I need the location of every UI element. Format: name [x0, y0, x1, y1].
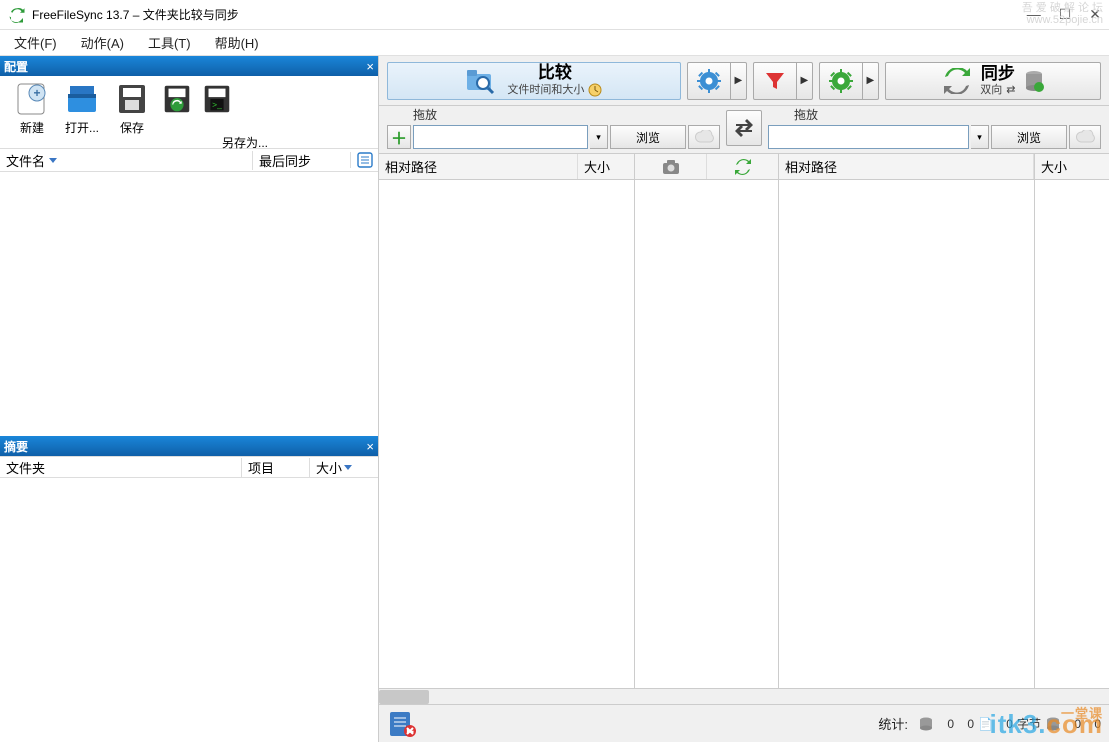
maximize-button[interactable]: ☐: [1059, 6, 1072, 23]
right-grid-body-2[interactable]: [1035, 180, 1109, 688]
right-browse-button[interactable]: 浏览: [991, 125, 1067, 149]
sync-small-icon: [734, 158, 752, 176]
left-cloud-button[interactable]: [688, 125, 720, 149]
window-title: FreeFileSync 13.7 – 文件夹比较与同步: [32, 6, 1027, 23]
menu-help[interactable]: 帮助(H): [207, 31, 267, 54]
col-size[interactable]: 大小: [310, 458, 378, 477]
file-count-icon: 📄: [978, 717, 993, 731]
minimize-button[interactable]: —: [1027, 6, 1041, 23]
summary-panel-header: 摘要 ×: [0, 436, 378, 456]
view-category-button[interactable]: [635, 154, 707, 179]
new-config-button[interactable]: + 新建: [8, 80, 56, 136]
stats-values: 0 0 📄 0 字节 0 0: [918, 715, 1101, 732]
clock-icon: [588, 83, 602, 97]
db-right-icon: [1045, 716, 1061, 732]
config-list[interactable]: [0, 172, 378, 436]
menu-tools[interactable]: 工具(T): [140, 31, 199, 54]
col-right-relpath[interactable]: 相对路径: [779, 154, 1034, 179]
summary-list[interactable]: [0, 478, 378, 742]
scrollbar-thumb[interactable]: [379, 690, 429, 704]
saveas-batch-icon: >_: [197, 80, 237, 118]
saveas-batch-button[interactable]: >_ .: [198, 80, 236, 133]
blue-gear-icon: [697, 69, 721, 93]
app-icon: [8, 6, 26, 24]
database-icon: [1024, 70, 1044, 92]
comparison-grid: 相对路径 大小: [379, 154, 1109, 688]
sync-button[interactable]: 同步 双向 ⇄: [885, 62, 1101, 100]
col-folder[interactable]: 文件夹: [0, 458, 242, 477]
config-panel-close[interactable]: ×: [366, 59, 374, 74]
left-path-input[interactable]: [413, 125, 588, 149]
left-sidebar: 配置 × + 新建 打开... 保存: [0, 56, 378, 742]
col-items[interactable]: 项目: [242, 458, 310, 477]
col-left-size[interactable]: 大小: [578, 154, 634, 179]
add-pair-button[interactable]: ＋: [387, 125, 411, 149]
action-bar: 比较 文件时间和大小 ▶ ▶: [379, 56, 1109, 106]
menu-action[interactable]: 动作(A): [73, 31, 132, 54]
main-area: 比较 文件时间和大小 ▶ ▶: [378, 56, 1109, 742]
saveas-sync-icon: [157, 80, 197, 118]
magnifier-folder-icon: [465, 66, 499, 96]
left-folder-block: 拖放 ＋ ▾ 浏览: [387, 106, 720, 149]
saveas-label: 另存为...: [222, 134, 268, 151]
compare-settings-button[interactable]: [687, 62, 731, 100]
sort-indicator-icon: [49, 158, 57, 163]
summary-header: 文件夹 项目 大小: [0, 456, 378, 478]
left-grid-body[interactable]: [379, 180, 634, 688]
title-bar: FreeFileSync 13.7 – 文件夹比较与同步 — ☐ ✕: [0, 0, 1109, 30]
saveas-sync-button[interactable]: .: [158, 80, 196, 133]
config-list-toggle[interactable]: [350, 152, 378, 168]
config-list-header: 文件名 最后同步: [0, 148, 378, 172]
log-button[interactable]: [387, 709, 419, 739]
svg-text:>_: >_: [212, 100, 222, 110]
right-path-input[interactable]: [768, 125, 969, 149]
sync-arrows-icon: [942, 68, 972, 94]
swap-sides-button[interactable]: [726, 110, 762, 146]
horizontal-scrollbar[interactable]: [379, 688, 1109, 704]
menu-bar: 文件(F) 动作(A) 工具(T) 帮助(H): [0, 30, 1109, 56]
summary-panel-close[interactable]: ×: [366, 439, 374, 454]
right-folder-block: 拖放 ▾ 浏览: [768, 106, 1101, 149]
stats-label: 统计:: [878, 714, 908, 733]
save-icon: [112, 80, 152, 118]
svg-text:+: +: [33, 86, 40, 100]
sort-indicator-icon: [344, 465, 352, 470]
save-config-button[interactable]: 保存: [108, 80, 156, 136]
col-last-sync[interactable]: 最后同步: [252, 151, 350, 170]
green-gear-icon: [829, 69, 853, 93]
compare-settings-dropdown[interactable]: ▶: [731, 62, 747, 100]
camera-icon: [662, 159, 680, 175]
sync-settings-dropdown[interactable]: ▶: [863, 62, 879, 100]
compare-button[interactable]: 比较 文件时间和大小: [387, 62, 681, 100]
left-path-dropdown[interactable]: ▾: [590, 125, 608, 149]
filter-dropdown[interactable]: ▶: [797, 62, 813, 100]
filter-button[interactable]: [753, 62, 797, 100]
new-icon: +: [12, 80, 52, 118]
close-button[interactable]: ✕: [1089, 6, 1101, 23]
folder-pair-row: 拖放 ＋ ▾ 浏览 拖放 ▾ 浏览: [379, 106, 1109, 154]
config-toolbar: + 新建 打开... 保存: [0, 76, 378, 148]
config-panel-header: 配置 ×: [0, 56, 378, 76]
left-browse-button[interactable]: 浏览: [610, 125, 686, 149]
open-config-button[interactable]: 打开...: [58, 80, 106, 136]
two-way-icon: ⇄: [1006, 84, 1015, 96]
status-bar: 统计: 0 0 📄 0 字节 0 0: [379, 704, 1109, 742]
col-right-size[interactable]: 大小: [1035, 154, 1109, 179]
sync-settings-button[interactable]: [819, 62, 863, 100]
right-cloud-button[interactable]: [1069, 125, 1101, 149]
col-left-relpath[interactable]: 相对路径: [379, 154, 578, 179]
view-action-button[interactable]: [707, 154, 778, 179]
right-path-dropdown[interactable]: ▾: [971, 125, 989, 149]
open-icon: [62, 80, 102, 118]
menu-file[interactable]: 文件(F): [6, 31, 65, 54]
db-left-icon: [918, 716, 934, 732]
right-grid-body[interactable]: [779, 180, 1034, 688]
center-grid-body[interactable]: [635, 180, 778, 688]
funnel-icon: [763, 69, 787, 93]
col-filename[interactable]: 文件名: [0, 151, 252, 170]
